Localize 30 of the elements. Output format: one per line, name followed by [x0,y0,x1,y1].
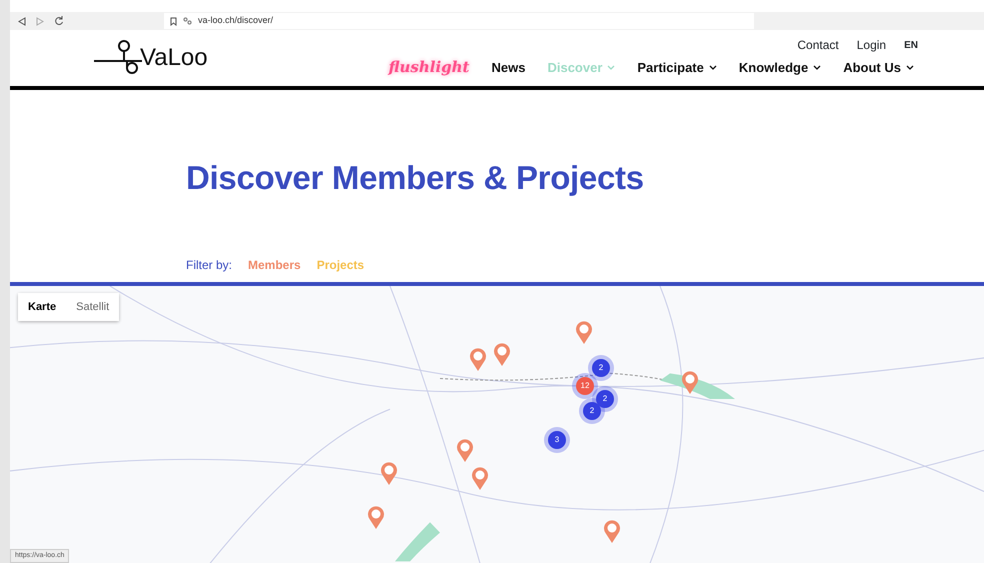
nav-link[interactable]: Knowledge [738,58,822,77]
filter-label: Filter by: [186,256,232,274]
top-link[interactable]: EN [904,38,918,52]
logo-text[interactable]: VaLoo [140,40,208,76]
map-pin-icon[interactable] [456,438,474,463]
top-link[interactable]: Login [856,36,886,54]
back-icon[interactable] [18,16,26,26]
nav-link[interactable]: News [492,58,526,77]
nav-link[interactable]: About Us [843,58,914,77]
bookmark-icon[interactable] [170,16,177,26]
nav-link[interactable]: Participate [637,58,717,77]
map-pin-icon[interactable] [469,348,487,372]
map-pin-icon[interactable] [493,342,511,367]
top-link[interactable]: Contact [797,36,839,54]
map-pin-icon[interactable] [603,520,621,544]
map-pin-icon[interactable] [575,320,593,345]
page-title: Discover Members & Projects [186,158,645,198]
map-pin-icon[interactable] [367,506,385,530]
map-pin-icon[interactable] [471,466,489,491]
map-pin-icon[interactable] [380,462,398,486]
url-text: va-loo.ch/discover/ [198,14,274,28]
reload-icon[interactable] [54,16,64,26]
map-type-tab[interactable]: Karte [18,292,66,322]
map-type-tab[interactable]: Satellit [66,292,120,322]
forward-icon[interactable] [36,16,44,26]
site-info-icon[interactable] [183,17,192,25]
map-background[interactable] [10,286,984,563]
lake-shape [395,522,440,561]
address-bar[interactable]: va-loo.ch/discover/ [164,13,754,29]
map-pin-icon[interactable] [681,370,699,395]
